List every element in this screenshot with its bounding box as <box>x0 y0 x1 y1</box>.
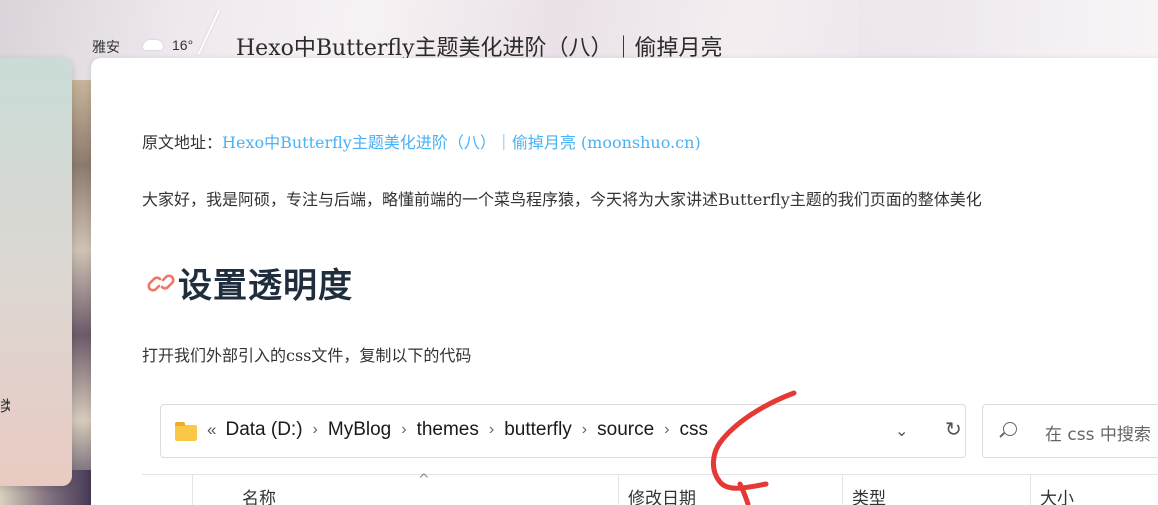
source-link[interactable]: Hexo中Butterfly主题美化进阶（八）｜偷掉月亮 (moonshuo.c… <box>222 133 701 152</box>
chevron-right-icon: › <box>664 421 670 438</box>
path-overflow-chevron[interactable]: « <box>207 420 216 440</box>
breadcrumb: « Data (D:) › MyBlog › themes › butterfl… <box>207 419 708 441</box>
folder-icon <box>175 422 197 441</box>
cloud-icon <box>143 40 163 50</box>
link-icon[interactable] <box>146 271 178 295</box>
breadcrumb-item[interactable]: Data (D:) <box>225 419 302 441</box>
chevron-down-icon[interactable]: ⌄ <box>895 421 908 440</box>
intro-paragraph: 大家好，我是阿硕，专注与后端，略懂前端的一个菜鸟程序猿，今天将为大家讲述Butt… <box>142 190 982 209</box>
address-bar[interactable]: « Data (D:) › MyBlog › themes › butterfl… <box>160 404 966 458</box>
column-header-size[interactable]: 大小 <box>1040 484 1074 505</box>
column-header-divider <box>142 474 1158 475</box>
source-label: 原文地址： <box>142 133 223 152</box>
sort-ascending-icon: ^ <box>418 472 430 488</box>
column-separator <box>842 474 843 505</box>
column-separator <box>1030 474 1031 505</box>
column-separator <box>618 474 619 505</box>
refresh-icon[interactable]: ↻ <box>945 417 962 441</box>
search-placeholder: 在 css 中搜索 <box>1045 425 1151 445</box>
chevron-right-icon: › <box>581 421 588 438</box>
sidebar-partial-text: 类 <box>0 397 10 415</box>
source-line: 原文地址：Hexo中Butterfly主题美化进阶（八）｜偷掉月亮 (moons… <box>142 129 701 153</box>
breadcrumb-item[interactable]: source <box>597 419 654 441</box>
breadcrumb-item[interactable]: css <box>679 419 708 441</box>
breadcrumb-item[interactable]: MyBlog <box>328 419 391 441</box>
explorer-screenshot: « Data (D:) › MyBlog › themes › butterfl… <box>142 388 1158 505</box>
chevron-right-icon: › <box>401 421 407 438</box>
weather-temperature: 16° <box>172 37 194 53</box>
section-heading: 设置透明度 <box>146 258 353 307</box>
top-bar: 雅安 16° Hexo中Butterfly主题美化进阶（八）｜偷掉月亮 <box>0 0 1158 61</box>
body-paragraph: 打开我们外部引入的css文件，复制以下的代码 <box>142 346 472 365</box>
weather-city: 雅安 <box>92 39 120 55</box>
column-header-date[interactable]: 修改日期 <box>628 484 696 505</box>
chevron-right-icon: › <box>312 421 318 438</box>
heading-text: 设置透明度 <box>178 266 353 306</box>
title-divider <box>197 10 221 54</box>
search-box[interactable]: 在 css 中搜索 <box>982 404 1158 458</box>
sidebar-card: 类 <box>0 58 72 486</box>
column-separator <box>192 474 193 505</box>
chevron-right-icon: › <box>488 421 495 438</box>
search-icon <box>1003 422 1017 436</box>
column-header-name[interactable]: 名称 <box>242 484 276 505</box>
column-header-type[interactable]: 类型 <box>852 484 886 505</box>
breadcrumb-item[interactable]: butterfly <box>504 419 572 441</box>
breadcrumb-item[interactable]: themes <box>417 419 479 441</box>
